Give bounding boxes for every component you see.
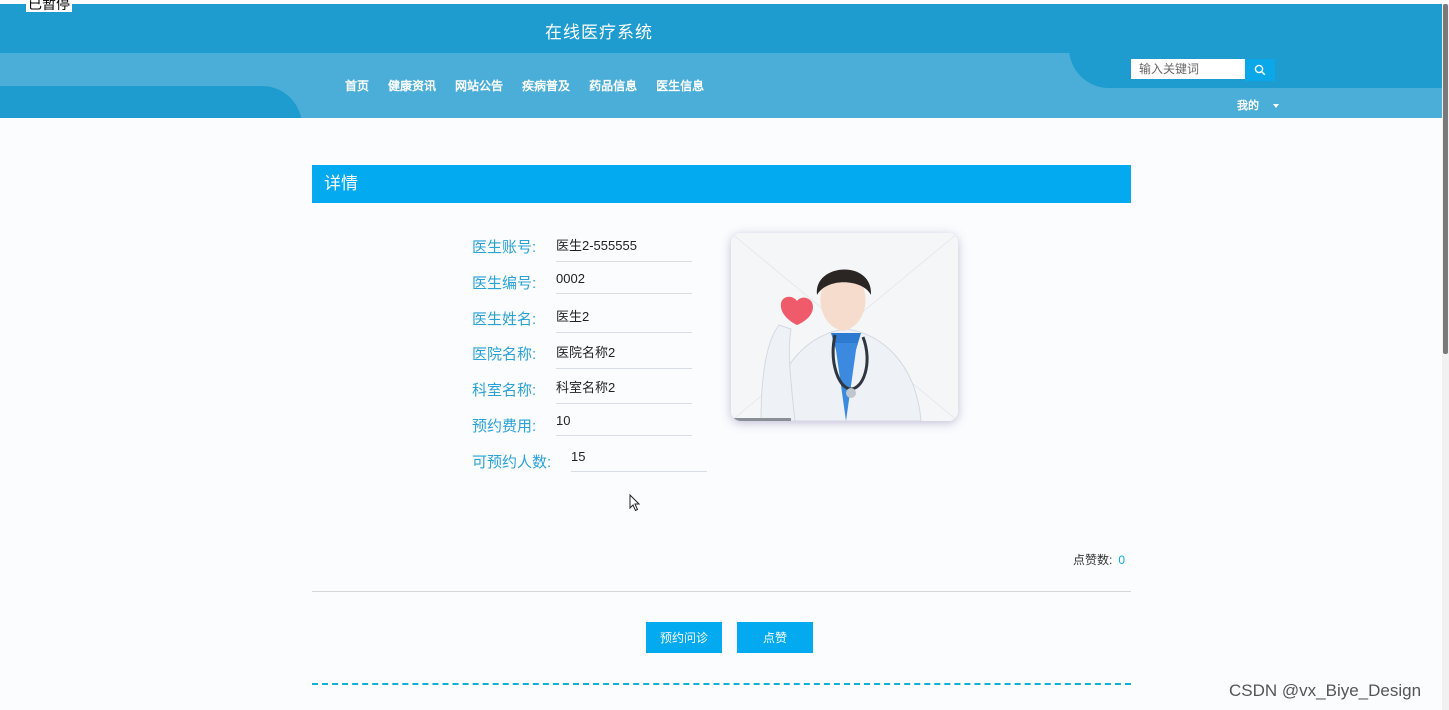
field-value-department: 科室名称2 [556,377,692,404]
user-menu-label: 我的 [1237,99,1259,112]
nav-home[interactable]: 首页 [345,77,369,94]
divider [312,591,1131,592]
field-label-department: 科室名称: [472,382,537,399]
header-left-curve [0,86,302,118]
field-label-capacity: 可预约人数: [472,454,552,471]
likes-label: 点赞数: [1073,553,1113,567]
field-label-doctor-name: 医生姓名: [472,311,537,328]
paused-indicator: 已暂停 [26,0,72,12]
nav-health-news[interactable]: 健康资讯 [388,77,436,94]
search-input[interactable] [1131,59,1245,79]
search-icon [1254,64,1266,76]
field-label-account: 医生账号: [472,239,537,256]
nav-doctor-info[interactable]: 医生信息 [656,77,704,94]
detail-heading: 详情 [312,165,1131,203]
nav-disease-info[interactable]: 疾病普及 [522,77,570,94]
search-bar [1131,59,1275,81]
site-title: 在线医疗系统 [545,23,653,42]
likes-count: 0 [1118,553,1126,567]
field-label-doctor-no: 医生编号: [472,275,537,292]
book-consultation-button[interactable]: 预约问诊 [646,622,722,653]
like-button[interactable]: 点赞 [737,622,813,653]
page-scrollbar[interactable] [1442,4,1449,710]
scrollbar-thumb[interactable] [1443,4,1448,354]
nav-drug-info[interactable]: 药品信息 [589,77,637,94]
dashed-divider [312,683,1131,685]
doctor-photo [731,233,958,421]
user-menu[interactable]: 我的 [1237,97,1279,113]
field-value-hospital: 医院名称2 [556,342,692,369]
field-value-doctor-no: 0002 [556,271,692,294]
field-value-fee: 10 [556,413,692,436]
watermark: CSDN @vx_Biye_Design [1229,681,1422,700]
nav-announcements[interactable]: 网站公告 [455,77,503,94]
mouse-cursor-icon [629,494,641,512]
search-button[interactable] [1245,59,1275,81]
field-label-hospital: 医院名称: [472,346,537,363]
main-nav: 首页 健康资讯 网站公告 疾病普及 药品信息 医生信息 [345,77,723,94]
field-value-account: 医生2-555555 [556,235,692,262]
likes-stat: 点赞数: 0 [1073,551,1125,568]
chevron-down-icon [1273,104,1279,108]
field-label-fee: 预约费用: [472,418,537,435]
field-value-doctor-name: 医生2 [556,306,692,333]
field-value-capacity: 15 [571,449,707,472]
